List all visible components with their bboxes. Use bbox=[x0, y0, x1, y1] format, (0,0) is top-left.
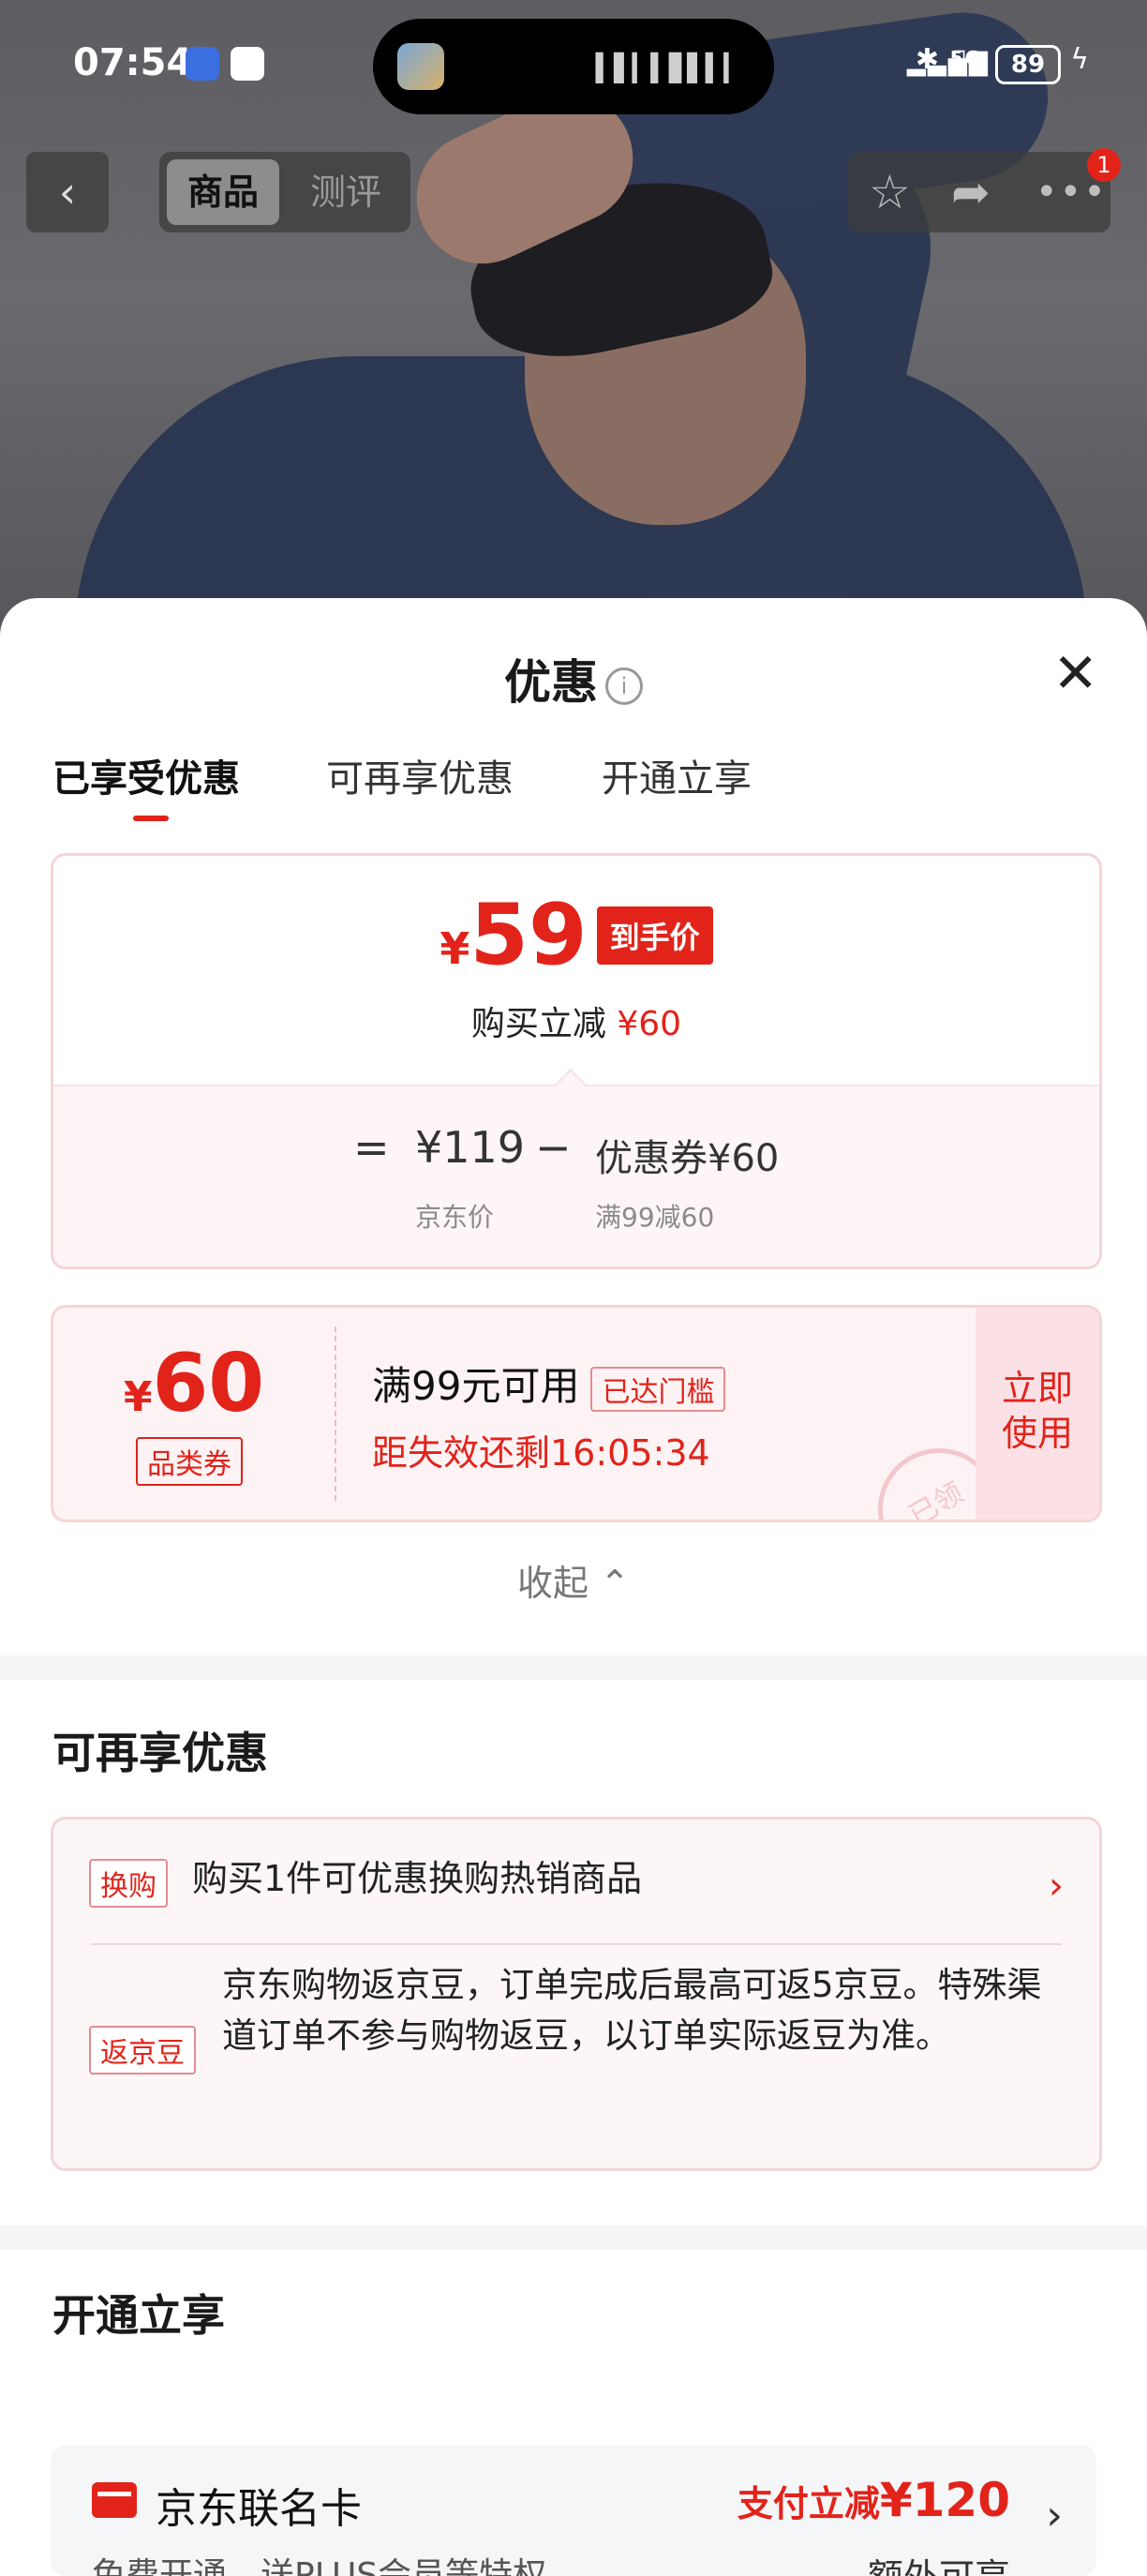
more-offers-box: 换购 购买1件可优惠换购热销商品 › 返京豆 京东购物返京豆，订单完成后最高可返… bbox=[51, 1817, 1102, 2171]
tab-product[interactable]: 商品 bbox=[167, 159, 279, 225]
signal-icon: ▂▃▅▇ bbox=[907, 49, 990, 77]
tab-more[interactable]: 可再享优惠 bbox=[326, 748, 514, 802]
jingdou-tag: 返京豆 bbox=[89, 2026, 196, 2074]
shield-icon bbox=[186, 47, 219, 81]
close-icon[interactable]: ✕ bbox=[1052, 645, 1098, 701]
app-icon bbox=[397, 43, 444, 90]
dynamic-island: ▍▌▎▍▋▌▍▎ bbox=[373, 19, 774, 114]
favorite-star-icon[interactable]: ☆ bbox=[869, 152, 911, 232]
list-price-label: 京东价 bbox=[415, 1202, 495, 1233]
pay-amount: ¥120 bbox=[879, 2473, 1010, 2527]
final-price-tag: 到手价 bbox=[596, 906, 713, 965]
equals-sign: = bbox=[353, 1122, 390, 1173]
coupon-countdown: 距失效还剩16:05:34 bbox=[372, 1432, 710, 1474]
coupon-amount: ¥60 bbox=[53, 1341, 335, 1426]
section-divider-2 bbox=[0, 2225, 1147, 2250]
reduction-label: 购买立减 bbox=[470, 1005, 606, 1043]
section-divider bbox=[0, 1655, 1147, 1680]
threshold-reached-badge: 已达门槛 bbox=[590, 1366, 726, 1412]
info-icon[interactable]: i bbox=[605, 666, 643, 705]
coupon-type: 品类券 bbox=[136, 1437, 243, 1486]
coupon-rule-label: 满99减60 bbox=[595, 1202, 715, 1233]
coupon-currency: ¥ bbox=[123, 1373, 153, 1421]
offer-separator bbox=[91, 1943, 1062, 1945]
instant-title: 开通立享 bbox=[52, 2290, 225, 2341]
nav-actions: ☆ ➦ ••• bbox=[848, 152, 1110, 232]
tab-review[interactable]: 测评 bbox=[290, 159, 401, 225]
exchange-text[interactable]: 购买1件可优惠换购热销商品 bbox=[192, 1853, 642, 1904]
card-extra: 额外可享 bbox=[868, 2548, 1010, 2576]
final-price: ¥59 到手价 bbox=[53, 893, 1099, 978]
coupon-card: ¥60 品类券 满99元可用 已达门槛 距失效还剩16:05:34 已领 立即 使… bbox=[51, 1305, 1102, 1522]
sheet-title: 优惠 i bbox=[0, 645, 1147, 712]
status-time: 07:54 bbox=[73, 41, 193, 84]
minus-sign: − bbox=[535, 1122, 572, 1173]
chevron-right-icon[interactable]: › bbox=[1046, 2492, 1063, 2539]
chevron-right-icon[interactable]: › bbox=[1049, 1865, 1064, 1908]
battery-level: 89 bbox=[995, 45, 1061, 84]
coupon-condition: 满99元可用 bbox=[372, 1363, 580, 1409]
pay-label: 支付立减 bbox=[737, 2483, 880, 2524]
breakdown-area bbox=[53, 1085, 1099, 1266]
coupon-deduction: 优惠券¥60 bbox=[595, 1137, 780, 1180]
final-currency: ¥ bbox=[439, 923, 470, 974]
co-branded-card-offer[interactable]: 京东联名卡 免费开通，送PLUS会员等特权 支付立减¥120 额外可享 › bbox=[51, 2445, 1096, 2576]
tab-enjoyed[interactable]: 已享受优惠 bbox=[52, 748, 240, 802]
back-button[interactable]: ‹ bbox=[26, 152, 109, 232]
price-breakdown: ¥59 到手价 购买立减 ¥60 = ¥119 − 优惠券¥60 京东价 满99减… bbox=[51, 853, 1102, 1269]
status-bar: 07:54 ▍▌▎▍▋▌▍▎ ✱ ▯ 5G ▂▃▅▇ 89 ϟ bbox=[0, 0, 1147, 131]
card-subtitle: 免费开通，送PLUS会员等特权 bbox=[92, 2556, 547, 2576]
list-price: ¥119 bbox=[415, 1122, 526, 1173]
use-now-button[interactable]: 立即 使用 bbox=[976, 1308, 1099, 1520]
coupon-divider bbox=[335, 1326, 336, 1501]
coupon-condition-line: 满99元可用 已达门槛 bbox=[372, 1355, 726, 1412]
use-now-line1: 立即 bbox=[1001, 1368, 1073, 1409]
collapse-button[interactable]: 收起 ⌃ bbox=[0, 1554, 1147, 1606]
jingdou-text: 京东购物返京豆，订单完成后最高可返5京豆。特殊渠道订单不参与购物返豆，以订单实际… bbox=[222, 1965, 1042, 2056]
waveform-icon: ▍▌▎▍▋▌▍▎ bbox=[595, 52, 744, 83]
exchange-tag: 换购 bbox=[89, 1859, 168, 1908]
reduction-line: 购买立减 ¥60 bbox=[53, 996, 1099, 1045]
tab-instant[interactable]: 开通立享 bbox=[602, 748, 752, 802]
charging-icon: ϟ bbox=[1070, 43, 1091, 76]
notification-badge: 1 bbox=[1087, 148, 1121, 182]
more-offers-title: 可再享优惠 bbox=[52, 1728, 268, 1778]
qq-icon bbox=[231, 47, 264, 81]
use-now-line2: 使用 bbox=[1001, 1413, 1073, 1454]
share-icon[interactable]: ➦ bbox=[951, 152, 991, 232]
credit-card-icon bbox=[92, 2482, 137, 2518]
coupon-value: 60 bbox=[152, 1337, 265, 1430]
reduction-amount: ¥60 bbox=[617, 1005, 682, 1043]
tab-underline bbox=[133, 816, 169, 821]
discount-sheet: 优惠 i ✕ 已享受优惠 可再享优惠 开通立享 ¥59 到手价 购买立减 ¥60 =… bbox=[0, 598, 1147, 2576]
final-price-value: 59 bbox=[469, 886, 588, 984]
sheet-title-text: 优惠 bbox=[504, 655, 598, 710]
page-tabs: 商品 测评 bbox=[159, 152, 410, 232]
card-pay-discount: 支付立减¥120 bbox=[737, 2473, 1010, 2527]
card-name: 京东联名卡 bbox=[156, 2485, 362, 2533]
